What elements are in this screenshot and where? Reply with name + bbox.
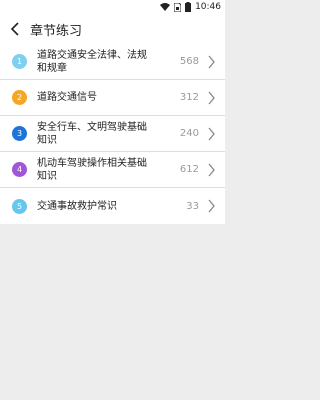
battery-icon (185, 2, 192, 12)
chapter-row[interactable]: 2 道路交通信号 312 (0, 80, 225, 116)
chapter-row[interactable]: 5 交通事故救护常识 33 (0, 188, 225, 224)
status-bar: 10:46 (0, 0, 225, 14)
chapter-number-badge: 3 (12, 126, 27, 141)
wifi-icon (160, 3, 171, 11)
chapter-number-badge: 5 (12, 198, 27, 214)
chevron-right-icon (208, 127, 215, 141)
chapter-number-badge: 2 (12, 90, 27, 105)
chevron-right-icon (208, 55, 215, 69)
sim-card-icon (174, 2, 182, 12)
header-bar: 章节练习 (0, 14, 225, 44)
chapter-row[interactable]: 3 安全行车、文明驾驶基础知识 240 (0, 116, 225, 152)
chapter-question-count: 568 (179, 56, 199, 67)
chevron-right-icon (208, 163, 215, 177)
chapter-title: 机动车驾驶操作相关基础知识 (37, 157, 147, 182)
chapter-row[interactable]: 4 机动车驾驶操作相关基础知识 612 (0, 152, 225, 188)
chapter-row[interactable]: 1 道路交通安全法律、法规和规章 568 (0, 44, 225, 80)
chapter-title: 交通事故救护常识 (37, 200, 117, 212)
chapter-number-badge: 1 (12, 54, 27, 69)
back-button[interactable] (4, 14, 26, 44)
chevron-right-icon (208, 91, 215, 105)
chapter-title: 道路交通安全法律、法规和规章 (37, 49, 147, 74)
chapter-question-count: 33 (186, 200, 199, 212)
chapter-title: 道路交通信号 (37, 92, 97, 103)
chapter-title: 安全行车、文明驾驶基础知识 (37, 121, 147, 146)
page-title: 章节练习 (30, 23, 83, 39)
status-time: 10:46 (195, 2, 221, 12)
chevron-right-icon (208, 199, 215, 213)
chapter-number-badge: 4 (12, 162, 27, 177)
chapter-question-count: 240 (179, 128, 199, 139)
chapter-question-count: 612 (179, 164, 199, 175)
chevron-left-icon (10, 22, 19, 36)
chapter-question-count: 312 (179, 92, 199, 103)
chapter-list: 1 道路交通安全法律、法规和规章 568 2 道路交通信号 312 3 安全行车… (0, 44, 225, 224)
